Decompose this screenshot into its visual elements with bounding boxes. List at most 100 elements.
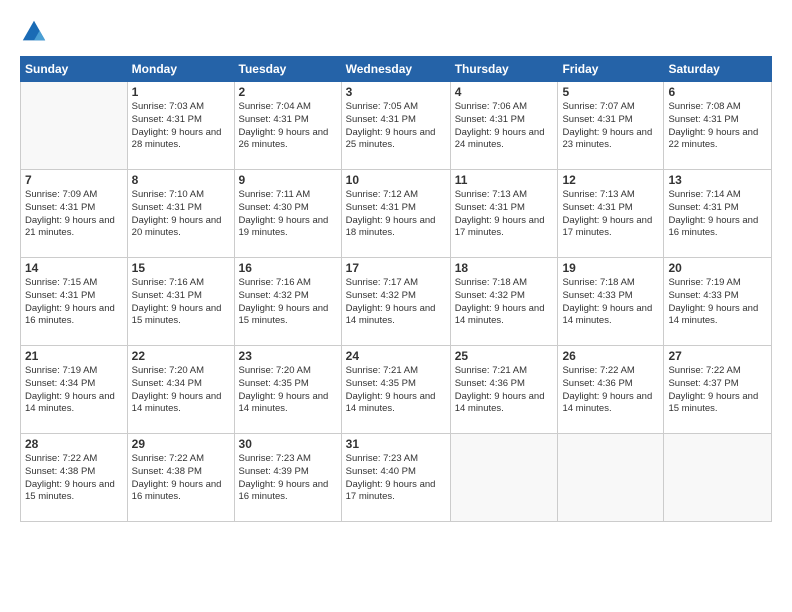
calendar-cell: 26 Sunrise: 7:22 AM Sunset: 4:36 PM Dayli… xyxy=(558,346,664,434)
weekday-header-tuesday: Tuesday xyxy=(234,57,341,82)
day-number: 21 xyxy=(25,349,123,363)
calendar-cell: 8Sunrise: 7:10 AM Sunset: 4:31 PM Daylig… xyxy=(127,170,234,258)
day-number: 28 xyxy=(25,437,123,451)
day-number: 25 xyxy=(455,349,554,363)
page: SundayMondayTuesdayWednesdayThursdayFrid… xyxy=(0,0,792,612)
week-row-4: 21 Sunrise: 7:19 AM Sunset: 4:34 PM Dayli… xyxy=(21,346,772,434)
day-info: Sunrise: 7:09 AM Sunset: 4:31 PM Dayligh… xyxy=(25,189,123,240)
day-number: 3 xyxy=(346,85,446,99)
day-number: 20 xyxy=(668,261,767,275)
week-row-1: 1Sunrise: 7:03 AM Sunset: 4:31 PM Daylig… xyxy=(21,82,772,170)
day-number: 26 xyxy=(562,349,659,363)
day-number: 5 xyxy=(562,85,659,99)
calendar-cell xyxy=(558,434,664,522)
day-number: 18 xyxy=(455,261,554,275)
calendar-cell: 11 Sunrise: 7:13 AM Sunset: 4:31 PM Dayli… xyxy=(450,170,558,258)
day-number: 17 xyxy=(346,261,446,275)
day-info: Sunrise: 7:19 AM Sunset: 4:33 PM Dayligh… xyxy=(668,277,767,328)
calendar-cell: 5 Sunrise: 7:07 AM Sunset: 4:31 PM Daylig… xyxy=(558,82,664,170)
day-info: Sunrise: 7:20 AM Sunset: 4:34 PM Dayligh… xyxy=(132,365,230,416)
day-number: 12 xyxy=(562,173,659,187)
day-number: 27 xyxy=(668,349,767,363)
calendar-cell: 9 Sunrise: 7:11 AM Sunset: 4:30 PM Daylig… xyxy=(234,170,341,258)
weekday-header-row: SundayMondayTuesdayWednesdayThursdayFrid… xyxy=(21,57,772,82)
day-number: 14 xyxy=(25,261,123,275)
calendar-cell: 18 Sunrise: 7:18 AM Sunset: 4:32 PM Dayli… xyxy=(450,258,558,346)
day-number: 19 xyxy=(562,261,659,275)
day-info: Sunrise: 7:13 AM Sunset: 4:31 PM Dayligh… xyxy=(562,189,659,240)
day-info: Sunrise: 7:21 AM Sunset: 4:35 PM Dayligh… xyxy=(346,365,446,416)
calendar-cell: 3 Sunrise: 7:05 AM Sunset: 4:31 PM Daylig… xyxy=(341,82,450,170)
day-number: 24 xyxy=(346,349,446,363)
calendar-cell xyxy=(21,82,128,170)
day-number: 22 xyxy=(132,349,230,363)
calendar-cell: 28 Sunrise: 7:22 AM Sunset: 4:38 PM Dayli… xyxy=(21,434,128,522)
day-number: 6 xyxy=(668,85,767,99)
calendar-cell: 23 Sunrise: 7:20 AM Sunset: 4:35 PM Dayli… xyxy=(234,346,341,434)
calendar-cell: 24 Sunrise: 7:21 AM Sunset: 4:35 PM Dayli… xyxy=(341,346,450,434)
day-info: Sunrise: 7:13 AM Sunset: 4:31 PM Dayligh… xyxy=(455,189,554,240)
day-info: Sunrise: 7:22 AM Sunset: 4:38 PM Dayligh… xyxy=(132,453,230,504)
week-row-5: 28 Sunrise: 7:22 AM Sunset: 4:38 PM Dayli… xyxy=(21,434,772,522)
day-info: Sunrise: 7:18 AM Sunset: 4:32 PM Dayligh… xyxy=(455,277,554,328)
day-number: 9 xyxy=(239,173,337,187)
calendar-cell: 4Sunrise: 7:06 AM Sunset: 4:31 PM Daylig… xyxy=(450,82,558,170)
calendar-cell: 22 Sunrise: 7:20 AM Sunset: 4:34 PM Dayli… xyxy=(127,346,234,434)
weekday-header-friday: Friday xyxy=(558,57,664,82)
day-info: Sunrise: 7:20 AM Sunset: 4:35 PM Dayligh… xyxy=(239,365,337,416)
day-info: Sunrise: 7:21 AM Sunset: 4:36 PM Dayligh… xyxy=(455,365,554,416)
calendar-cell: 16 Sunrise: 7:16 AM Sunset: 4:32 PM Dayli… xyxy=(234,258,341,346)
day-info: Sunrise: 7:18 AM Sunset: 4:33 PM Dayligh… xyxy=(562,277,659,328)
calendar-cell xyxy=(450,434,558,522)
calendar-table: SundayMondayTuesdayWednesdayThursdayFrid… xyxy=(20,56,772,522)
day-number: 10 xyxy=(346,173,446,187)
day-info: Sunrise: 7:22 AM Sunset: 4:36 PM Dayligh… xyxy=(562,365,659,416)
day-number: 15 xyxy=(132,261,230,275)
day-number: 8 xyxy=(132,173,230,187)
calendar-cell: 13 Sunrise: 7:14 AM Sunset: 4:31 PM Dayli… xyxy=(664,170,772,258)
day-info: Sunrise: 7:23 AM Sunset: 4:39 PM Dayligh… xyxy=(239,453,337,504)
week-row-2: 7Sunrise: 7:09 AM Sunset: 4:31 PM Daylig… xyxy=(21,170,772,258)
weekday-header-sunday: Sunday xyxy=(21,57,128,82)
day-info: Sunrise: 7:11 AM Sunset: 4:30 PM Dayligh… xyxy=(239,189,337,240)
day-number: 16 xyxy=(239,261,337,275)
day-info: Sunrise: 7:15 AM Sunset: 4:31 PM Dayligh… xyxy=(25,277,123,328)
day-info: Sunrise: 7:23 AM Sunset: 4:40 PM Dayligh… xyxy=(346,453,446,504)
calendar-cell xyxy=(664,434,772,522)
calendar-cell: 6 Sunrise: 7:08 AM Sunset: 4:31 PM Daylig… xyxy=(664,82,772,170)
day-info: Sunrise: 7:22 AM Sunset: 4:37 PM Dayligh… xyxy=(668,365,767,416)
weekday-header-thursday: Thursday xyxy=(450,57,558,82)
calendar-cell: 19 Sunrise: 7:18 AM Sunset: 4:33 PM Dayli… xyxy=(558,258,664,346)
calendar-cell: 27 Sunrise: 7:22 AM Sunset: 4:37 PM Dayli… xyxy=(664,346,772,434)
day-info: Sunrise: 7:06 AM Sunset: 4:31 PM Dayligh… xyxy=(455,101,554,152)
weekday-header-monday: Monday xyxy=(127,57,234,82)
day-info: Sunrise: 7:16 AM Sunset: 4:32 PM Dayligh… xyxy=(239,277,337,328)
header xyxy=(20,18,772,46)
calendar-cell: 21 Sunrise: 7:19 AM Sunset: 4:34 PM Dayli… xyxy=(21,346,128,434)
weekday-header-wednesday: Wednesday xyxy=(341,57,450,82)
day-info: Sunrise: 7:19 AM Sunset: 4:34 PM Dayligh… xyxy=(25,365,123,416)
day-info: Sunrise: 7:08 AM Sunset: 4:31 PM Dayligh… xyxy=(668,101,767,152)
calendar-cell: 7Sunrise: 7:09 AM Sunset: 4:31 PM Daylig… xyxy=(21,170,128,258)
day-info: Sunrise: 7:04 AM Sunset: 4:31 PM Dayligh… xyxy=(239,101,337,152)
calendar-cell: 10 Sunrise: 7:12 AM Sunset: 4:31 PM Dayli… xyxy=(341,170,450,258)
day-info: Sunrise: 7:17 AM Sunset: 4:32 PM Dayligh… xyxy=(346,277,446,328)
calendar-cell: 15 Sunrise: 7:16 AM Sunset: 4:31 PM Dayli… xyxy=(127,258,234,346)
calendar-cell: 20 Sunrise: 7:19 AM Sunset: 4:33 PM Dayli… xyxy=(664,258,772,346)
day-info: Sunrise: 7:07 AM Sunset: 4:31 PM Dayligh… xyxy=(562,101,659,152)
calendar-cell: 12 Sunrise: 7:13 AM Sunset: 4:31 PM Dayli… xyxy=(558,170,664,258)
calendar-cell: 1Sunrise: 7:03 AM Sunset: 4:31 PM Daylig… xyxy=(127,82,234,170)
day-info: Sunrise: 7:12 AM Sunset: 4:31 PM Dayligh… xyxy=(346,189,446,240)
calendar-cell: 25 Sunrise: 7:21 AM Sunset: 4:36 PM Dayli… xyxy=(450,346,558,434)
day-info: Sunrise: 7:14 AM Sunset: 4:31 PM Dayligh… xyxy=(668,189,767,240)
logo-icon xyxy=(20,18,48,46)
day-number: 11 xyxy=(455,173,554,187)
day-info: Sunrise: 7:22 AM Sunset: 4:38 PM Dayligh… xyxy=(25,453,123,504)
day-number: 13 xyxy=(668,173,767,187)
calendar-cell: 2Sunrise: 7:04 AM Sunset: 4:31 PM Daylig… xyxy=(234,82,341,170)
day-info: Sunrise: 7:05 AM Sunset: 4:31 PM Dayligh… xyxy=(346,101,446,152)
day-number: 31 xyxy=(346,437,446,451)
weekday-header-saturday: Saturday xyxy=(664,57,772,82)
day-number: 23 xyxy=(239,349,337,363)
day-info: Sunrise: 7:16 AM Sunset: 4:31 PM Dayligh… xyxy=(132,277,230,328)
